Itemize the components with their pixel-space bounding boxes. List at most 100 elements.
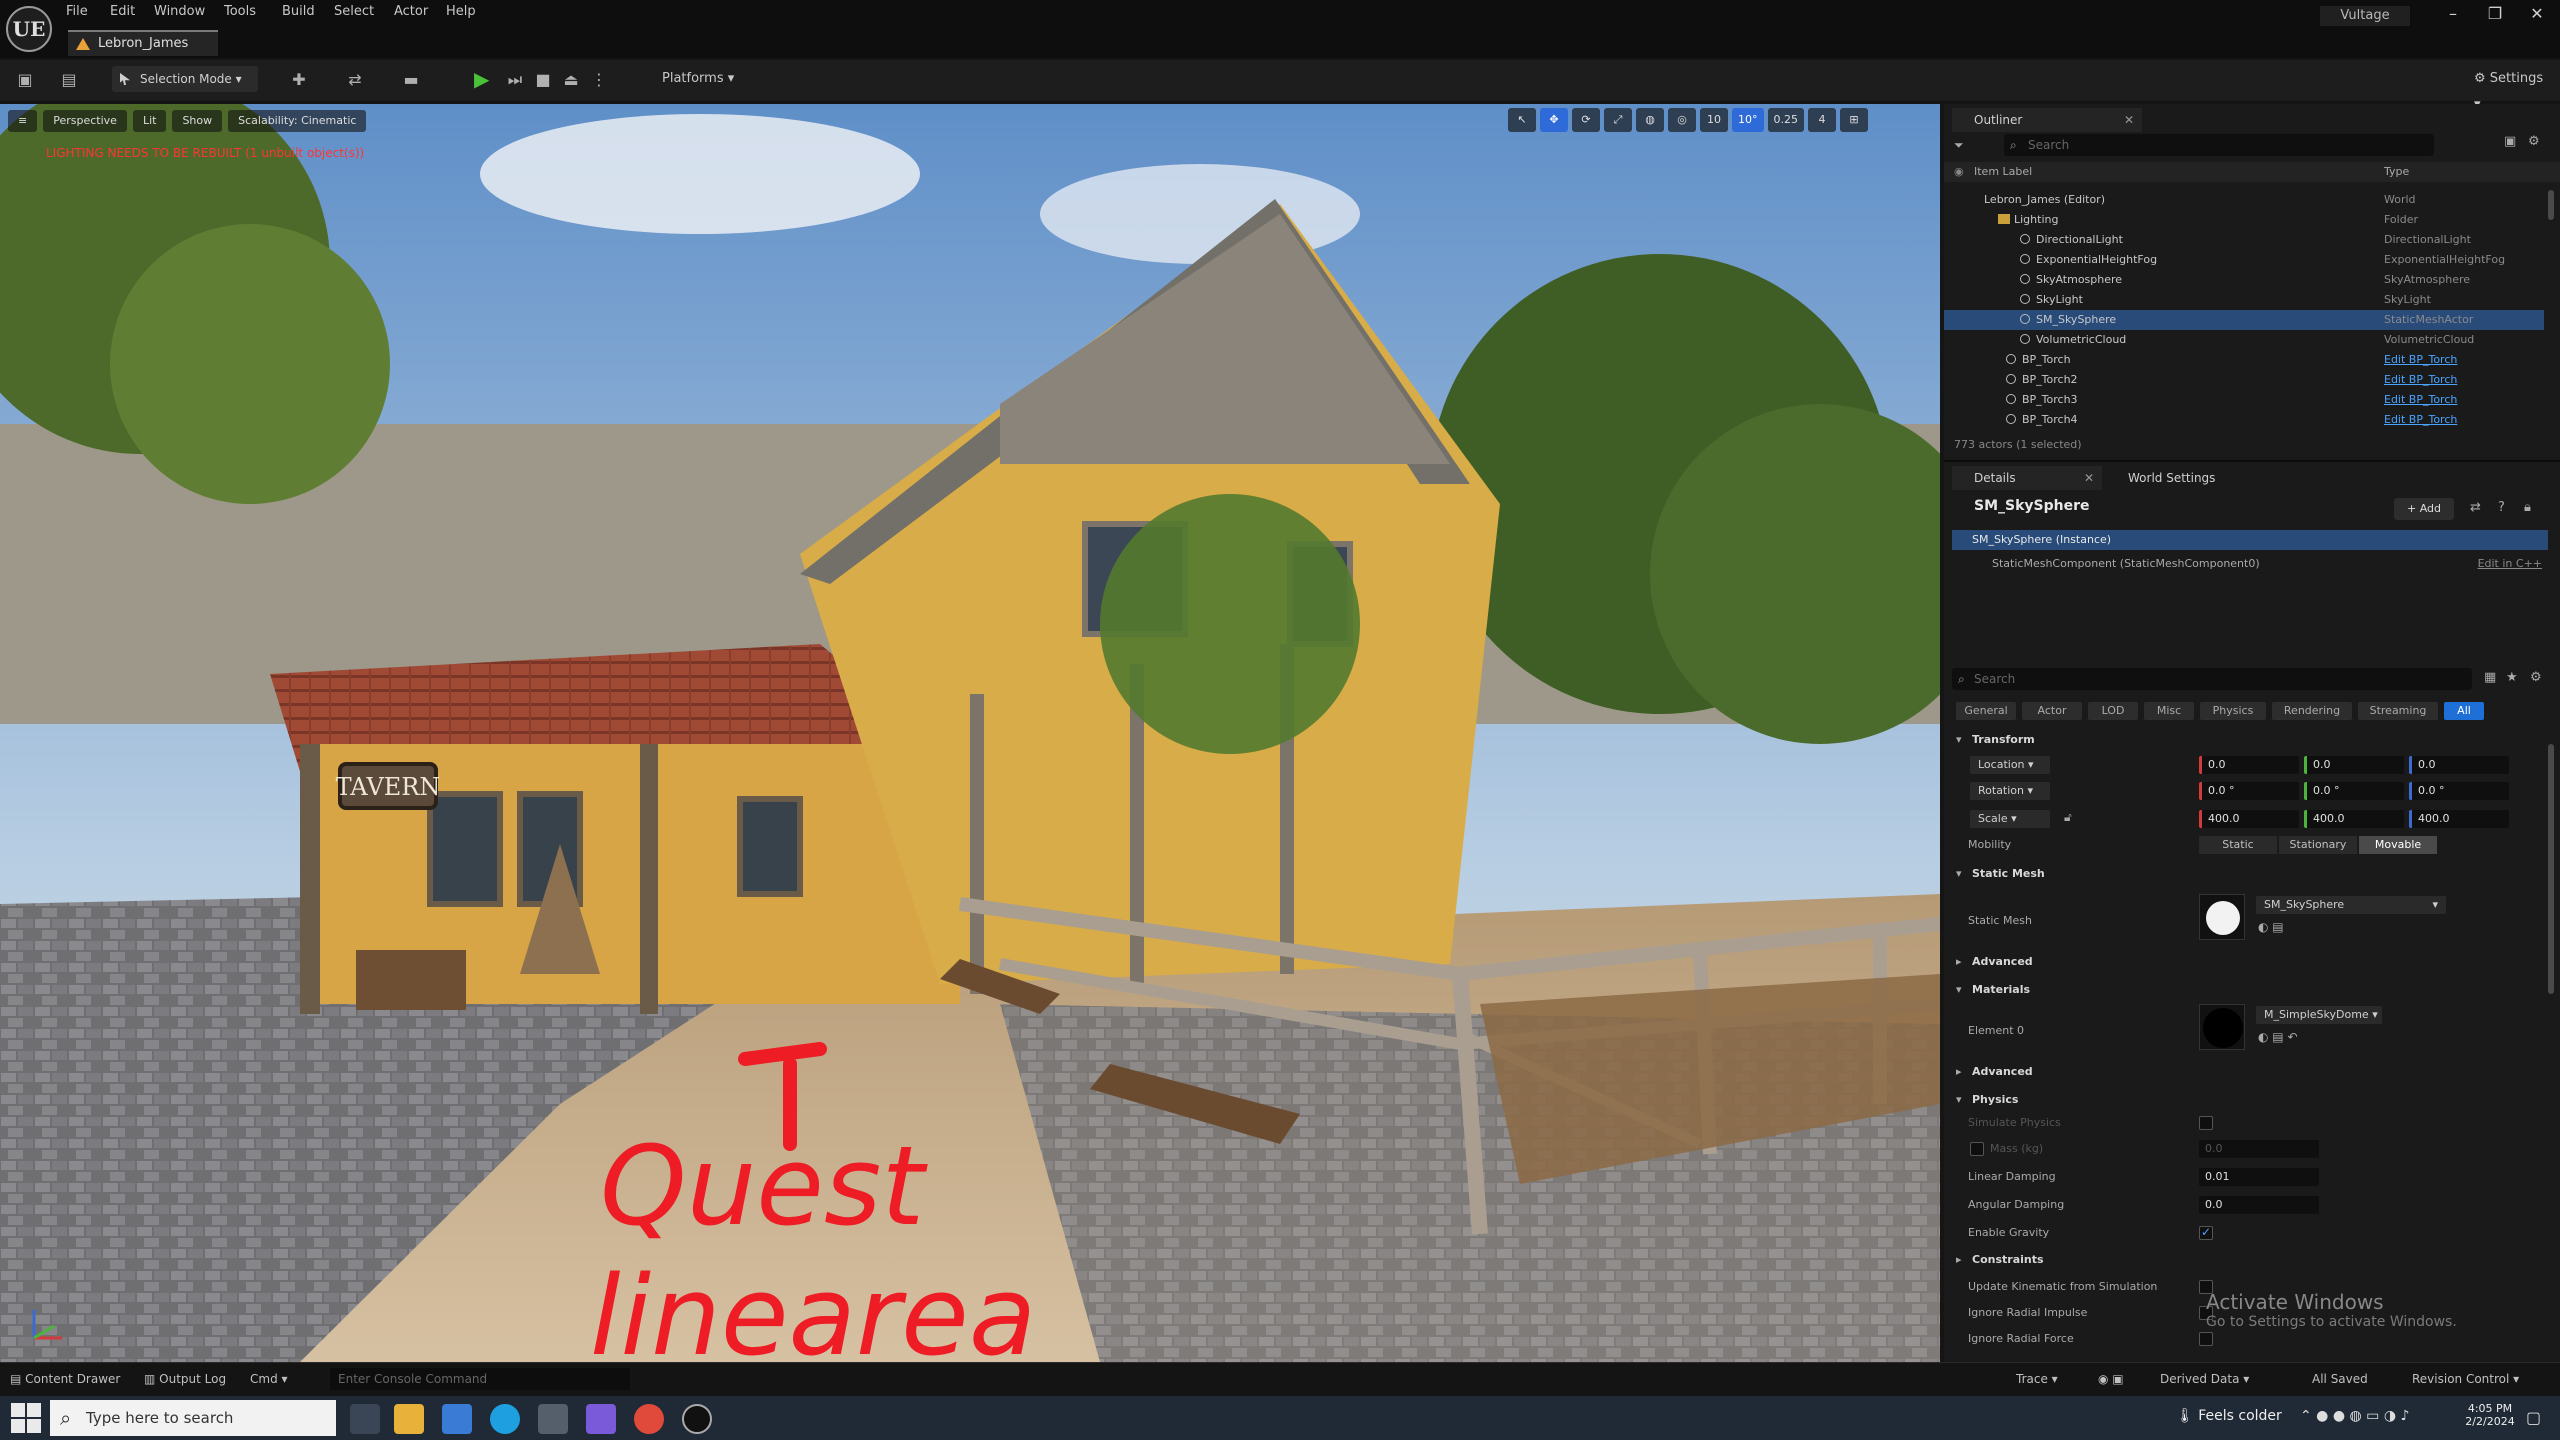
material-dropdown[interactable]: M_SimpleSkyDome ▾	[2256, 1006, 2382, 1024]
advanced-category[interactable]: Advanced	[1950, 1062, 2540, 1082]
browse-icon[interactable]: ◐ ▤ ↶	[2258, 1030, 2298, 1044]
outliner-row[interactable]: SkyLight SkyLight	[1944, 290, 2544, 310]
outliner-row[interactable]: ExponentialHeightFog ExponentialHeightFog	[1944, 250, 2544, 270]
perspective-button[interactable]: Perspective	[43, 110, 127, 132]
details-settings-icon[interactable]: ⚙	[2530, 670, 2542, 685]
surface-snap-icon[interactable]: ◎	[1668, 108, 1696, 132]
chrome-icon[interactable]	[634, 1404, 664, 1434]
scale-dropdown[interactable]: Scale ▾	[1970, 810, 2050, 828]
system-tray-icons[interactable]: ⌃ ● ● ◍ ▭ ◑ ♪	[2300, 1408, 2409, 1424]
scale-snap-value[interactable]: 0.25	[1767, 108, 1804, 132]
outliner-scrollbar[interactable]	[2548, 190, 2554, 220]
step-icon[interactable]: ⏭	[504, 70, 526, 90]
linear-damping-field[interactable]: 0.01	[2199, 1168, 2319, 1186]
grid-snap-value[interactable]: 10	[1700, 108, 1728, 132]
camera-speed-value[interactable]: 4	[1808, 108, 1836, 132]
filter-lod[interactable]: LOD	[2088, 702, 2138, 720]
advanced-category[interactable]: Advanced	[1950, 952, 2540, 972]
windows-start-icon[interactable]	[10, 1402, 42, 1434]
maximize-button[interactable]: ❐	[2480, 4, 2510, 23]
type-header[interactable]: Type	[2384, 162, 2409, 182]
menu-help[interactable]: Help	[446, 3, 476, 21]
rotation-dropdown[interactable]: Rotation ▾	[1970, 782, 2050, 800]
mass-override-checkbox[interactable]	[1970, 1142, 1984, 1156]
notifications-icon[interactable]: ▢	[2526, 1408, 2541, 1427]
console-command-input[interactable]: Enter Console Command	[330, 1368, 630, 1390]
stop-icon[interactable]: ■	[532, 70, 554, 90]
edit-cpp-link[interactable]: Edit in C++	[2478, 554, 2542, 574]
location-z-field[interactable]: 0.0	[2409, 756, 2509, 774]
settings-dropdown[interactable]: ⚙ Settings ▾	[2452, 66, 2552, 112]
file-explorer-icon[interactable]	[394, 1404, 424, 1434]
level-tab[interactable]: Lebron_James	[68, 30, 218, 56]
menu-select[interactable]: Select	[334, 3, 374, 21]
translate-tool-icon[interactable]: ✥	[1540, 108, 1568, 132]
discord-icon[interactable]	[586, 1404, 616, 1434]
selection-mode-dropdown[interactable]: Selection Mode ▾	[112, 66, 258, 92]
details-search-input[interactable]: ⌕ Search	[1952, 668, 2472, 690]
outliner-settings-icon[interactable]: ⚙	[2528, 134, 2540, 149]
blueprint-convert-icon[interactable]: ⇄	[2470, 500, 2481, 515]
level-viewport[interactable]: TAVERN Quest linearea	[0, 104, 1940, 1362]
filter-rendering[interactable]: Rendering	[2272, 702, 2352, 720]
static-mesh-category[interactable]: Static Mesh	[1950, 864, 2540, 884]
filter-physics[interactable]: Physics	[2200, 702, 2266, 720]
filter-icon[interactable]: ⏷	[1954, 134, 1984, 156]
menu-tools[interactable]: Tools	[224, 3, 256, 21]
record-icon[interactable]: ◉ ▣	[2098, 1370, 2124, 1388]
save-icon[interactable]: ▣	[14, 70, 36, 90]
static-mesh-dropdown[interactable]: SM_SkySphere ▾	[2256, 896, 2446, 914]
mobility-stationary[interactable]: Stationary	[2279, 836, 2357, 854]
task-view-icon[interactable]	[350, 1404, 380, 1434]
menu-file[interactable]: File	[66, 3, 88, 21]
close-tab-icon[interactable]: ✕	[2084, 466, 2094, 490]
mail-icon[interactable]	[442, 1404, 472, 1434]
add-folder-icon[interactable]: ▣	[2504, 134, 2516, 149]
outliner-row[interactable]: BP_Torch3 Edit BP_Torch	[1944, 390, 2544, 410]
taskbar-search-input[interactable]: Type here to search	[50, 1400, 336, 1436]
more-options-icon[interactable]: ⋮	[588, 70, 610, 90]
lock-icon[interactable]: 🔒︎	[2524, 500, 2531, 515]
constraints-category[interactable]: Constraints	[1950, 1250, 2540, 1270]
browse-icon[interactable]: ◐ ▤	[2258, 920, 2284, 934]
filter-streaming[interactable]: Streaming	[2358, 702, 2438, 720]
outliner-row[interactable]: BP_Torch2 Edit BP_Torch	[1944, 370, 2544, 390]
location-x-field[interactable]: 0.0	[2199, 756, 2299, 774]
platforms-dropdown[interactable]: Platforms ▾	[640, 66, 740, 92]
ignore-radial-force-checkbox[interactable]	[2199, 1332, 2213, 1346]
unreal-logo[interactable]: UE	[6, 6, 52, 52]
play-icon[interactable]: ▶	[474, 68, 496, 90]
simulate-physics-checkbox[interactable]	[2199, 1116, 2213, 1130]
scale-y-field[interactable]: 400.0	[2304, 810, 2404, 828]
scalability-button[interactable]: Scalability: Cinematic	[228, 110, 367, 132]
location-dropdown[interactable]: Location ▾	[1970, 756, 2050, 774]
edge-icon[interactable]	[490, 1404, 520, 1434]
filter-misc[interactable]: Misc	[2144, 702, 2194, 720]
details-scrollbar[interactable]	[2548, 744, 2554, 994]
menu-actor[interactable]: Actor	[394, 3, 428, 21]
output-log-button[interactable]: ▥ Output Log	[144, 1370, 226, 1388]
details-tab[interactable]: Details ✕	[1952, 466, 2102, 490]
actor-name[interactable]: SM_SkySphere	[1974, 498, 2090, 514]
materials-category[interactable]: Materials	[1950, 980, 2540, 1000]
rotation-y-field[interactable]: 0.0 °	[2304, 782, 2404, 800]
cinematics-icon[interactable]: ▬	[400, 70, 422, 90]
content-browser-icon[interactable]: ▤	[58, 70, 80, 90]
world-space-icon[interactable]: ◍	[1636, 108, 1664, 132]
mobility-static[interactable]: Static	[2199, 836, 2277, 854]
item-label-header[interactable]: Item Label	[1974, 162, 2032, 182]
outliner-row[interactable]: BP_Torch Edit BP_Torch	[1944, 350, 2544, 370]
taskbar-clock[interactable]: 4:05 PM 2/2/2024	[2460, 1402, 2520, 1428]
scale-tool-icon[interactable]: ⤢	[1604, 108, 1632, 132]
instance-row[interactable]: SM_SkySphere (Instance)	[1952, 530, 2548, 550]
mass-field[interactable]: 0.0	[2199, 1140, 2319, 1158]
outliner-row-folder[interactable]: Lighting Folder	[1944, 210, 2544, 230]
add-actor-icon[interactable]: ✚	[288, 70, 310, 90]
select-tool-icon[interactable]: ↖	[1508, 108, 1536, 132]
edit-blueprint-link[interactable]: Edit BP_Torch	[2384, 410, 2457, 430]
angular-damping-field[interactable]: 0.0	[2199, 1196, 2319, 1214]
menu-edit[interactable]: Edit	[110, 3, 135, 21]
outliner-tab[interactable]: Outliner ✕	[1952, 108, 2142, 132]
edit-blueprint-link[interactable]: Edit BP_Torch	[2384, 350, 2457, 370]
rotation-z-field[interactable]: 0.0 °	[2409, 782, 2509, 800]
